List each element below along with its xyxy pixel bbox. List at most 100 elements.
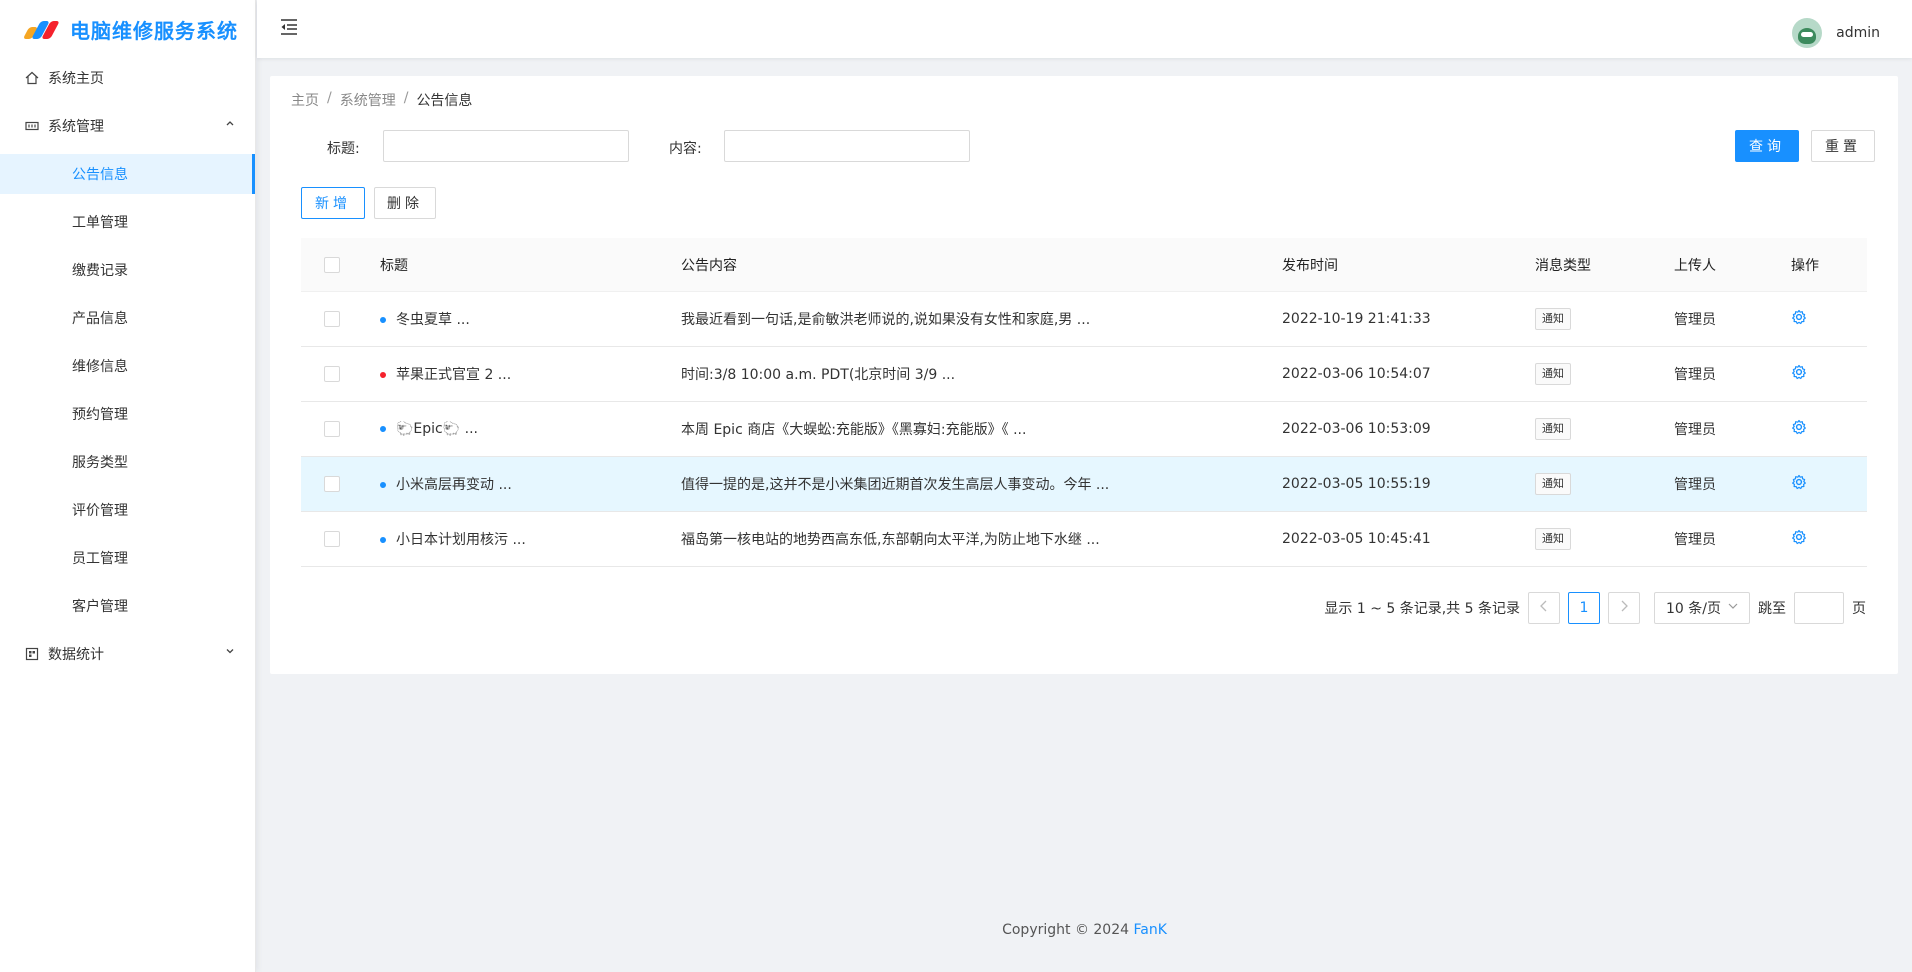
footer: Copyright © 2024 FanK — [257, 922, 1912, 938]
message-type-tag: 通知 — [1535, 308, 1571, 330]
row-time: 2022-10-19 21:41:33 — [1282, 311, 1431, 327]
sidebar-item-label: 工单管理 — [72, 215, 128, 231]
sidebar-item-work-orders[interactable]: 工单管理 — [0, 202, 255, 242]
sidebar-item-label: 产品信息 — [72, 311, 128, 327]
row-checkbox[interactable] — [324, 366, 340, 382]
row-content: 时间:3/8 10:00 a.m. PDT(北京时间 3/9 ... — [681, 367, 956, 383]
column-content: 公告内容 — [681, 257, 737, 274]
status-dot-icon — [380, 372, 386, 378]
row-uploader: 管理员 — [1674, 312, 1716, 328]
breadcrumb-section[interactable]: 系统管理 — [340, 90, 396, 110]
prev-page-button[interactable] — [1528, 592, 1560, 624]
sidebar-item-label: 缴费记录 — [72, 263, 128, 279]
table-row[interactable]: 苹果正式官宣 2 ... 时间:3/8 10:00 a.m. PDT(北京时间 3… — [301, 347, 1867, 402]
username: admin — [1836, 25, 1880, 41]
sidebar-item-employees[interactable]: 员工管理 — [0, 538, 255, 578]
sidebar-item-appointments[interactable]: 预约管理 — [0, 394, 255, 434]
app-title: 电脑维修服务系统 — [70, 18, 238, 43]
system-submenu: 公告信息 工单管理 缴费记录 产品信息 维修信息 预约管理 服务类型 评价管理 … — [0, 154, 255, 626]
user-menu[interactable]: admin — [1792, 18, 1880, 48]
sidebar-item-service-types[interactable]: 服务类型 — [0, 442, 255, 482]
row-time: 2022-03-06 10:54:07 — [1282, 366, 1431, 382]
select-all-checkbox[interactable] — [324, 256, 340, 273]
sidebar-item-payments[interactable]: 缴费记录 — [0, 250, 255, 290]
sidebar-item-label: 服务类型 — [72, 455, 128, 471]
top-header: admin — [257, 0, 1912, 58]
row-title[interactable]: 苹果正式官宣 2 ... — [396, 367, 511, 383]
row-time: 2022-03-05 10:45:41 — [1282, 531, 1431, 547]
sidebar-item-label: 系统主页 — [48, 71, 104, 87]
breadcrumb-home[interactable]: 主页 — [291, 90, 319, 110]
next-page-button[interactable] — [1608, 592, 1640, 624]
breadcrumb: 主页 / 系统管理 / 公告信息 — [291, 90, 472, 110]
sidebar-item-label: 系统管理 — [48, 119, 104, 135]
message-type-tag: 通知 — [1535, 418, 1571, 440]
content-label: 内容: — [669, 141, 702, 157]
row-uploader: 管理员 — [1674, 532, 1716, 548]
row-content: 福岛第一核电站的地势西高东低,东部朝向太平洋,为防止地下水继 ... — [681, 532, 1100, 548]
reset-button[interactable]: 重置 — [1811, 130, 1875, 162]
footer-copyright: Copyright © 2024 — [1002, 922, 1130, 938]
gear-icon[interactable] — [1791, 364, 1807, 380]
footer-brand-link[interactable]: FanK — [1133, 922, 1166, 938]
breadcrumb-separator: / — [403, 90, 409, 106]
row-title[interactable]: 🐑Epic🐑 ... — [396, 421, 478, 437]
sidebar: 电脑维修服务系统 系统主页 系统管理 公告信息 工单管理 缴费记录 产品信息 维… — [0, 0, 256, 972]
table-row[interactable]: 冬虫夏草 ... 我最近看到一句话,是俞敏洪老师说的,说如果没有女性和家庭,男 .… — [301, 292, 1867, 347]
delete-button[interactable]: 删除 — [374, 187, 436, 219]
menu-fold-icon[interactable] — [279, 18, 299, 36]
row-time: 2022-03-06 10:53:09 — [1282, 421, 1431, 437]
avatar[interactable] — [1792, 18, 1823, 48]
table-row[interactable]: 小米高层再变动 ... 值得一提的是,这并不是小米集团近期首次发生高层人事变动。今… — [301, 457, 1867, 512]
search-form: 标题: 内容: 查询 重置 — [270, 130, 1898, 164]
gear-icon[interactable] — [1791, 309, 1807, 325]
sidebar-item-home[interactable]: 系统主页 — [0, 58, 255, 98]
row-content: 值得一提的是,这并不是小米集团近期首次发生高层人事变动。今年 ... — [681, 477, 1110, 493]
settings-panel-icon — [24, 118, 40, 134]
logo[interactable]: 电脑维修服务系统 — [0, 0, 255, 58]
sidebar-item-announcements[interactable]: 公告信息 — [0, 154, 255, 194]
table-row[interactable]: 小日本计划用核污 ... 福岛第一核电站的地势西高东低,东部朝向太平洋,为防止地下… — [301, 512, 1867, 567]
sidebar-item-customers[interactable]: 客户管理 — [0, 586, 255, 626]
sidebar-item-products[interactable]: 产品信息 — [0, 298, 255, 338]
row-uploader: 管理员 — [1674, 422, 1716, 438]
home-icon — [24, 70, 40, 86]
sidebar-item-label: 员工管理 — [72, 551, 128, 567]
gear-icon[interactable] — [1791, 419, 1807, 435]
breadcrumb-current: 公告信息 — [416, 93, 473, 109]
status-dot-icon — [380, 426, 386, 432]
content-search-input[interactable] — [724, 130, 970, 162]
row-uploader: 管理员 — [1674, 367, 1716, 383]
page-size-value: 10 条/页 — [1666, 601, 1721, 617]
row-checkbox[interactable] — [324, 531, 340, 547]
message-type-tag: 通知 — [1535, 528, 1571, 550]
column-actions: 操作 — [1791, 257, 1819, 274]
content-card: 主页 / 系统管理 / 公告信息 标题: 内容: 查询 重置 新增 删除 标题 … — [270, 76, 1898, 674]
jump-prefix: 跳至 — [1758, 601, 1786, 617]
query-button[interactable]: 查询 — [1735, 130, 1799, 162]
page-button[interactable]: 1 — [1568, 592, 1600, 624]
title-search-input[interactable] — [383, 130, 629, 162]
page-size-select[interactable]: 10 条/页 — [1654, 592, 1750, 624]
jump-page-input[interactable] — [1794, 592, 1844, 624]
row-checkbox[interactable] — [324, 311, 340, 327]
pagination: 显示 1 ~ 5 条记录,共 5 条记录 1 10 条/页 跳至 页 — [1324, 592, 1866, 624]
table-row[interactable]: 🐑Epic🐑 ... 本周 Epic 商店《大蜈蚣:充能版》《黑寡妇:充能版》《 … — [301, 402, 1867, 457]
dashboard-icon — [24, 646, 40, 662]
chevron-down-icon — [225, 646, 235, 659]
gear-icon[interactable] — [1791, 529, 1807, 545]
sidebar-item-repairs[interactable]: 维修信息 — [0, 346, 255, 386]
sidebar-item-system[interactable]: 系统管理 — [0, 106, 255, 146]
row-title[interactable]: 小日本计划用核污 ... — [396, 532, 526, 548]
sidebar-item-label: 预约管理 — [72, 407, 128, 423]
sidebar-item-statistics[interactable]: 数据统计 — [0, 634, 255, 674]
row-title[interactable]: 小米高层再变动 ... — [396, 477, 512, 493]
chevron-down-icon — [1727, 600, 1739, 615]
sidebar-item-reviews[interactable]: 评价管理 — [0, 490, 255, 530]
row-checkbox[interactable] — [324, 476, 340, 492]
row-checkbox[interactable] — [324, 421, 340, 437]
row-title[interactable]: 冬虫夏草 ... — [396, 312, 470, 328]
gear-icon[interactable] — [1791, 474, 1807, 490]
announcement-table: 标题 公告内容 发布时间 消息类型 上传人 操作 冬虫夏草 ... 我最近看到一句… — [301, 238, 1867, 567]
add-button[interactable]: 新增 — [301, 187, 365, 219]
